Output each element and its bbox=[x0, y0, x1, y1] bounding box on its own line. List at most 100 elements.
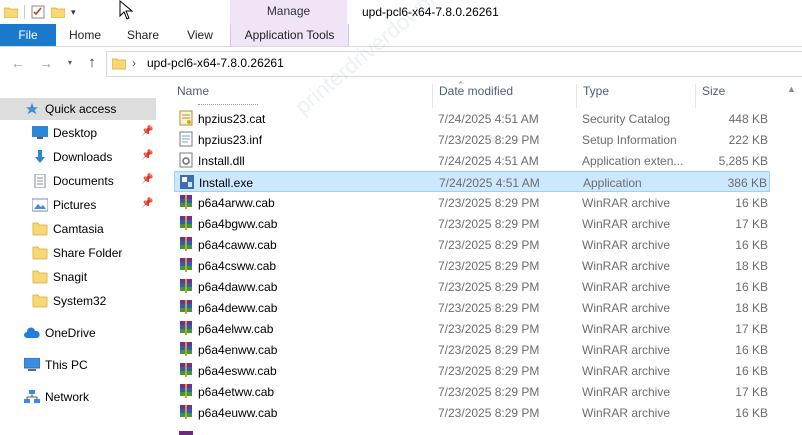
folder-icon bbox=[32, 270, 48, 284]
file-row[interactable]: hpzius23.inf 7/23/2025 8:29 PM Setup Infor… bbox=[174, 129, 770, 150]
file-size: 16 KB bbox=[735, 280, 768, 294]
file-row[interactable]: p6a4elww.cab 7/23/2025 8:29 PM WinRAR arch… bbox=[174, 318, 770, 339]
file-name: p6a4arww.cab bbox=[198, 196, 275, 210]
download-arrow-icon bbox=[35, 150, 45, 163]
title-bar: ▾ Manage upd-pcl6-x64-7.8.0.26261 bbox=[0, 0, 802, 24]
file-row[interactable]: p6a4enww.cab 7/23/2025 8:29 PM WinRAR arch… bbox=[174, 339, 770, 360]
star-icon bbox=[25, 102, 39, 115]
file-list: ⌃ Name Date modified Type Size hpzius23.… bbox=[160, 80, 802, 435]
pin-icon: 📌 bbox=[141, 126, 154, 137]
sidebar-item-label: Share Folder bbox=[53, 246, 123, 260]
sidebar-item-share-folder[interactable]: Share Folder bbox=[0, 242, 156, 264]
file-date-modified: 7/23/2025 8:29 PM bbox=[438, 364, 540, 378]
sidebar-item-quick-access[interactable]: Quick access bbox=[0, 98, 156, 120]
file-size: 448 KB bbox=[728, 112, 768, 126]
file-name: hpzius23.inf bbox=[198, 133, 263, 147]
file-row[interactable]: p6a4bgww.cab 7/23/2025 8:29 PM WinRAR arch… bbox=[174, 213, 770, 234]
file-type: WinRAR archive bbox=[582, 406, 671, 420]
file-type: WinRAR archive bbox=[582, 364, 671, 378]
file-row[interactable]: p6a4esww.cab 7/23/2025 8:29 PM WinRAR arch… bbox=[174, 360, 770, 381]
file-row[interactable]: hpzius23.cat 7/24/2025 4:51 AM Security Ca… bbox=[174, 108, 770, 129]
breadcrumb-path[interactable]: upd-pcl6-x64-7.8.0.26261 bbox=[147, 56, 284, 70]
file-row[interactable]: p6a4daww.cab 7/23/2025 8:29 PM WinRAR arch… bbox=[174, 276, 770, 297]
sidebar-item-label: Pictures bbox=[53, 198, 97, 212]
tab-home[interactable]: Home bbox=[62, 24, 108, 46]
tab-application-tools[interactable]: Application Tools bbox=[230, 24, 349, 46]
file-name: p6a4csww.cab bbox=[198, 259, 277, 273]
folder-icon[interactable] bbox=[4, 6, 18, 18]
winrar-icon bbox=[178, 341, 194, 357]
file-size: 16 KB bbox=[735, 406, 768, 420]
sidebar-item-system32[interactable]: System32 bbox=[0, 290, 156, 312]
file-name: p6a4daww.cab bbox=[198, 280, 278, 294]
back-arrow-icon[interactable]: ← bbox=[10, 55, 26, 71]
mouse-cursor-icon bbox=[119, 0, 133, 20]
window-title: upd-pcl6-x64-7.8.0.26261 bbox=[362, 5, 499, 19]
file-row[interactable]: Install.dll 7/24/2025 4:51 AM Application … bbox=[174, 150, 770, 171]
folder-icon bbox=[32, 246, 48, 260]
tab-view[interactable]: View bbox=[178, 24, 222, 46]
file-date-modified: 7/23/2025 8:29 PM bbox=[438, 259, 540, 273]
partial-row bbox=[174, 102, 770, 107]
sidebar-item-desktop[interactable]: Desktop 📌 bbox=[0, 122, 156, 144]
dll-icon bbox=[178, 152, 194, 168]
file-size: 222 KB bbox=[728, 133, 768, 147]
quick-access-toolbar: ▾ bbox=[4, 4, 76, 20]
desktop-icon bbox=[32, 126, 48, 139]
navigation-bar: ← → ▾ ↑ › upd-pcl6-x64-7.8.0.26261 bbox=[0, 47, 802, 79]
pin-icon: 📌 bbox=[141, 150, 154, 161]
file-row[interactable]: p6a4caww.cab 7/23/2025 8:29 PM WinRAR arch… bbox=[174, 234, 770, 255]
up-arrow-icon[interactable]: ↑ bbox=[84, 55, 100, 71]
sidebar-item-downloads[interactable]: Downloads 📌 bbox=[0, 146, 156, 168]
tab-share[interactable]: Share bbox=[120, 24, 166, 46]
file-row[interactable]: p6a4arww.cab 7/23/2025 8:29 PM WinRAR arch… bbox=[174, 192, 770, 213]
new-folder-icon[interactable] bbox=[51, 6, 65, 18]
inf-icon bbox=[178, 131, 194, 147]
winrar-icon bbox=[178, 257, 194, 273]
file-size: 16 KB bbox=[735, 238, 768, 252]
sidebar-item-camtasia[interactable]: Camtasia bbox=[0, 218, 156, 240]
file-type: Application exten... bbox=[582, 154, 684, 168]
file-name: p6a4deww.cab bbox=[198, 301, 278, 315]
sidebar-item-this-pc[interactable]: This PC bbox=[0, 354, 156, 376]
folder-icon bbox=[32, 294, 48, 308]
sidebar-item-network[interactable]: Network bbox=[0, 386, 156, 408]
sidebar-item-snagit[interactable]: Snagit bbox=[0, 266, 156, 288]
file-date-modified: 7/23/2025 8:29 PM bbox=[438, 217, 540, 231]
sidebar-item-documents[interactable]: Documents 📌 bbox=[0, 170, 156, 192]
chevron-down-icon[interactable]: ▾ bbox=[71, 7, 76, 18]
sidebar-item-label: Camtasia bbox=[53, 222, 104, 236]
file-row[interactable]: p6a4deww.cab 7/23/2025 8:29 PM WinRAR arch… bbox=[174, 297, 770, 318]
file-row[interactable]: Install.exe 7/24/2025 4:51 AM Application 3… bbox=[174, 171, 770, 192]
recent-locations-chevron-icon[interactable]: ▾ bbox=[62, 55, 78, 71]
properties-icon[interactable] bbox=[31, 5, 45, 19]
manage-context-tab: Manage bbox=[230, 0, 347, 24]
file-type: WinRAR archive bbox=[582, 322, 671, 336]
breadcrumb-chevron-icon[interactable]: › bbox=[132, 56, 136, 70]
winrar-icon bbox=[178, 236, 194, 252]
address-bar[interactable]: › upd-pcl6-x64-7.8.0.26261 bbox=[106, 51, 802, 77]
exe-icon bbox=[179, 174, 195, 190]
sidebar-item-onedrive[interactable]: OneDrive bbox=[0, 322, 156, 344]
tab-file[interactable]: File bbox=[0, 24, 56, 46]
file-date-modified: 7/23/2025 8:29 PM bbox=[438, 406, 540, 420]
sidebar-item-label: This PC bbox=[45, 358, 88, 372]
file-row[interactable]: p6a4euww.cab 7/23/2025 8:29 PM WinRAR arch… bbox=[174, 402, 770, 423]
file-size: 17 KB bbox=[735, 322, 768, 336]
file-name: p6a4euww.cab bbox=[198, 406, 278, 420]
file-type: WinRAR archive bbox=[582, 217, 671, 231]
folder-icon bbox=[32, 222, 48, 236]
scroll-up-icon[interactable]: ▲ bbox=[787, 84, 796, 94]
file-row[interactable]: p6a4etww.cab 7/23/2025 8:29 PM WinRAR arch… bbox=[174, 381, 770, 402]
file-name: p6a4bgww.cab bbox=[198, 217, 278, 231]
winrar-icon bbox=[178, 299, 194, 315]
forward-arrow-icon[interactable]: → bbox=[38, 55, 54, 71]
file-size: 18 KB bbox=[735, 301, 768, 315]
file-size: 17 KB bbox=[735, 217, 768, 231]
file-type: WinRAR archive bbox=[582, 259, 671, 273]
file-type: WinRAR archive bbox=[582, 343, 671, 357]
toolbar-separator bbox=[24, 5, 25, 19]
file-row[interactable]: p6a4csww.cab 7/23/2025 8:29 PM WinRAR arch… bbox=[174, 255, 770, 276]
sidebar-item-pictures[interactable]: Pictures 📌 bbox=[0, 194, 156, 216]
file-date-modified: 7/23/2025 8:29 PM bbox=[438, 343, 540, 357]
